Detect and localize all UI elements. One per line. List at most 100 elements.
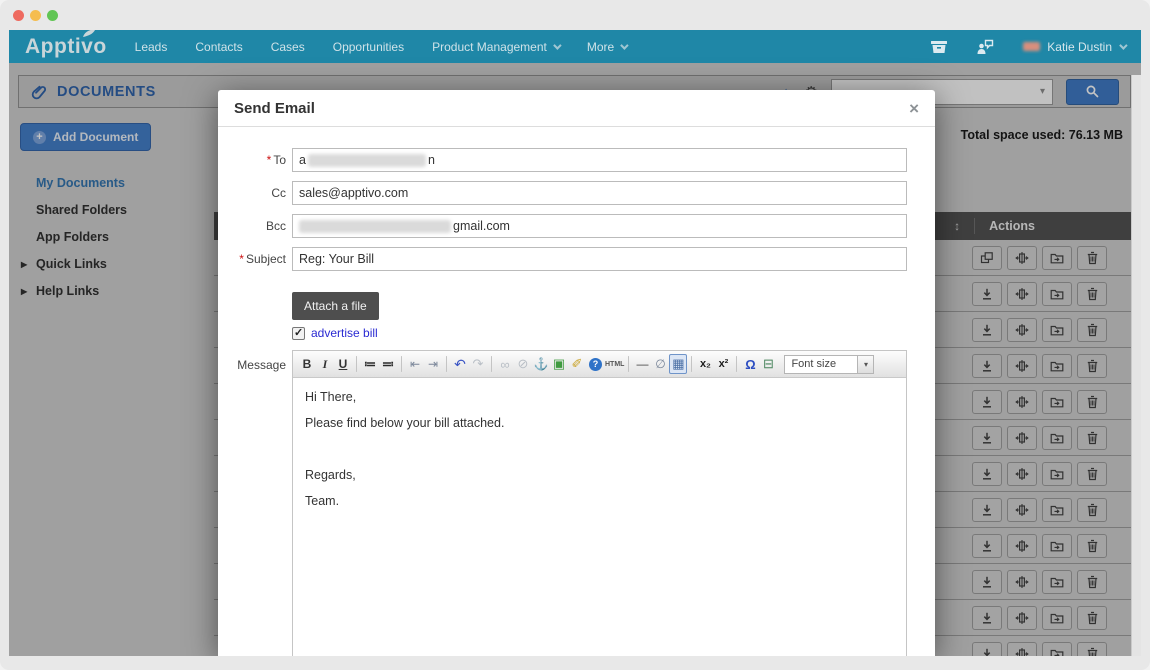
support-chat-icon[interactable] [976, 39, 995, 55]
required-mark: * [267, 153, 272, 167]
message-line: Please find below your bill attached. [305, 416, 894, 431]
attach-file-button[interactable]: Attach a file [292, 292, 379, 320]
superscript-icon[interactable]: x² [714, 354, 732, 374]
cleanup-icon[interactable]: ✐ [568, 354, 586, 374]
cc-label: Cc [226, 186, 286, 200]
close-window-button[interactable] [13, 10, 24, 21]
indent-icon[interactable]: ⇥ [424, 354, 442, 374]
to-label: *To [226, 153, 286, 167]
insert-table-icon[interactable]: ▦ [669, 354, 687, 374]
bold-icon[interactable]: B [298, 354, 316, 374]
toolbar-separator [691, 356, 692, 372]
nav-item-label: Cases [271, 40, 305, 54]
redo-icon[interactable]: ↷ [469, 354, 487, 374]
insert-image-icon[interactable]: ▣ [550, 354, 568, 374]
nav-item-contacts[interactable]: Contacts [195, 40, 242, 54]
toolbar-separator [401, 356, 402, 372]
app-store-icon[interactable] [930, 39, 948, 54]
bcc-value-suffix: gmail.com [453, 219, 510, 233]
font-size-dropdown[interactable]: Font size [784, 355, 874, 374]
app-frame: Apptivo Leads Contacts Cases [9, 30, 1141, 656]
nav-item-label: Opportunities [333, 40, 404, 54]
attachment-checkbox[interactable] [292, 327, 305, 340]
to-field[interactable]: a n [292, 148, 907, 172]
close-icon[interactable]: × [909, 100, 919, 117]
logo-text: Apptivo [25, 35, 107, 58]
redacted-to-address [308, 154, 426, 167]
message-row: Message B I U ≔ [226, 350, 907, 656]
redacted-bcc-address [299, 220, 451, 233]
app-window: Apptivo Leads Contacts Cases [0, 0, 1150, 670]
nav-item-label: Product Management [432, 40, 547, 54]
subscript-icon[interactable]: x₂ [696, 354, 714, 374]
help-icon[interactable]: ? [589, 358, 602, 371]
toolbar-separator [446, 356, 447, 372]
modal-title: Send Email [234, 100, 315, 117]
rich-text-editor: B I U ≔ ≕ [292, 350, 907, 656]
subject-value: Reg: Your Bill [299, 252, 374, 266]
top-navbar: Apptivo Leads Contacts Cases [9, 30, 1141, 63]
subject-label: *Subject [226, 252, 286, 266]
leaf-icon [82, 30, 96, 38]
editor-toolbar: B I U ≔ ≕ [293, 351, 906, 378]
cc-value: sales@apptivo.com [299, 186, 408, 200]
required-mark: * [239, 252, 244, 266]
bcc-row: Bcc gmail.com [226, 214, 907, 238]
subject-row: *Subject Reg: Your Bill [226, 247, 907, 271]
bullet-list-icon[interactable]: ≔ [361, 354, 379, 374]
undo-icon[interactable]: ↶ [451, 354, 469, 374]
link-icon[interactable]: ∞ [496, 354, 514, 374]
to-value-suffix: n [428, 153, 435, 167]
modal-header: Send Email × [218, 90, 935, 127]
toolbar-separator [491, 356, 492, 372]
print-icon[interactable]: ⊟ [759, 354, 777, 374]
chevron-down-icon [1119, 41, 1127, 49]
user-menu[interactable]: Katie Dustin [1023, 40, 1125, 54]
bcc-field[interactable]: gmail.com [292, 214, 907, 238]
message-line [305, 442, 894, 457]
bcc-label: Bcc [226, 219, 286, 233]
underline-icon[interactable]: U [334, 354, 352, 374]
nav-item-more[interactable]: More [587, 40, 626, 54]
numbered-list-icon[interactable]: ≕ [379, 354, 397, 374]
user-name: Katie Dustin [1047, 40, 1112, 54]
toolbar-separator [356, 356, 357, 372]
cc-field[interactable]: sales@apptivo.com [292, 181, 907, 205]
apptivo-logo[interactable]: Apptivo [25, 32, 107, 62]
nav-item-leads[interactable]: Leads [135, 40, 168, 54]
minimize-window-button[interactable] [30, 10, 41, 21]
font-size-value: Font size [784, 355, 858, 374]
message-line: Team. [305, 494, 894, 509]
nav-item-label: Leads [135, 40, 168, 54]
special-character-icon[interactable]: Ω [741, 354, 759, 374]
scrollbar[interactable] [1131, 75, 1141, 656]
outdent-icon[interactable]: ⇤ [406, 354, 424, 374]
page-content: DOCUMENTS Add Document [9, 63, 1141, 656]
nav-item-product-management[interactable]: Product Management [432, 40, 559, 54]
message-label: Message [226, 350, 286, 656]
unlink-icon[interactable]: ⊘ [514, 354, 532, 374]
message-line: Hi There, [305, 390, 894, 405]
nav-item-opportunities[interactable]: Opportunities [333, 40, 404, 54]
send-email-modal: Send Email × *To a n Cc [218, 90, 935, 656]
attachment-row: advertise bill [292, 326, 907, 340]
nav-item-cases[interactable]: Cases [271, 40, 305, 54]
nav-item-label: Contacts [195, 40, 242, 54]
remove-format-icon[interactable]: ∅ [651, 354, 669, 374]
html-source-icon[interactable]: HTML [605, 354, 624, 374]
attachment-link[interactable]: advertise bill [311, 326, 378, 340]
user-flag-icon [1023, 42, 1040, 51]
anchor-icon[interactable]: ⚓ [532, 354, 550, 374]
horizontal-rule-icon[interactable]: — [633, 354, 651, 374]
message-body[interactable]: Hi There, Please find below your bill at… [293, 378, 906, 656]
email-form: *To a n Cc sales@apptivo.com [218, 127, 935, 340]
subject-field[interactable]: Reg: Your Bill [292, 247, 907, 271]
to-value-prefix: a [299, 153, 306, 167]
to-row: *To a n [226, 148, 907, 172]
chevron-down-icon[interactable] [858, 355, 874, 374]
chevron-down-icon [553, 41, 561, 49]
window-titlebar [0, 0, 1150, 30]
message-line: Regards, [305, 468, 894, 483]
italic-icon[interactable]: I [316, 354, 334, 374]
maximize-window-button[interactable] [47, 10, 58, 21]
